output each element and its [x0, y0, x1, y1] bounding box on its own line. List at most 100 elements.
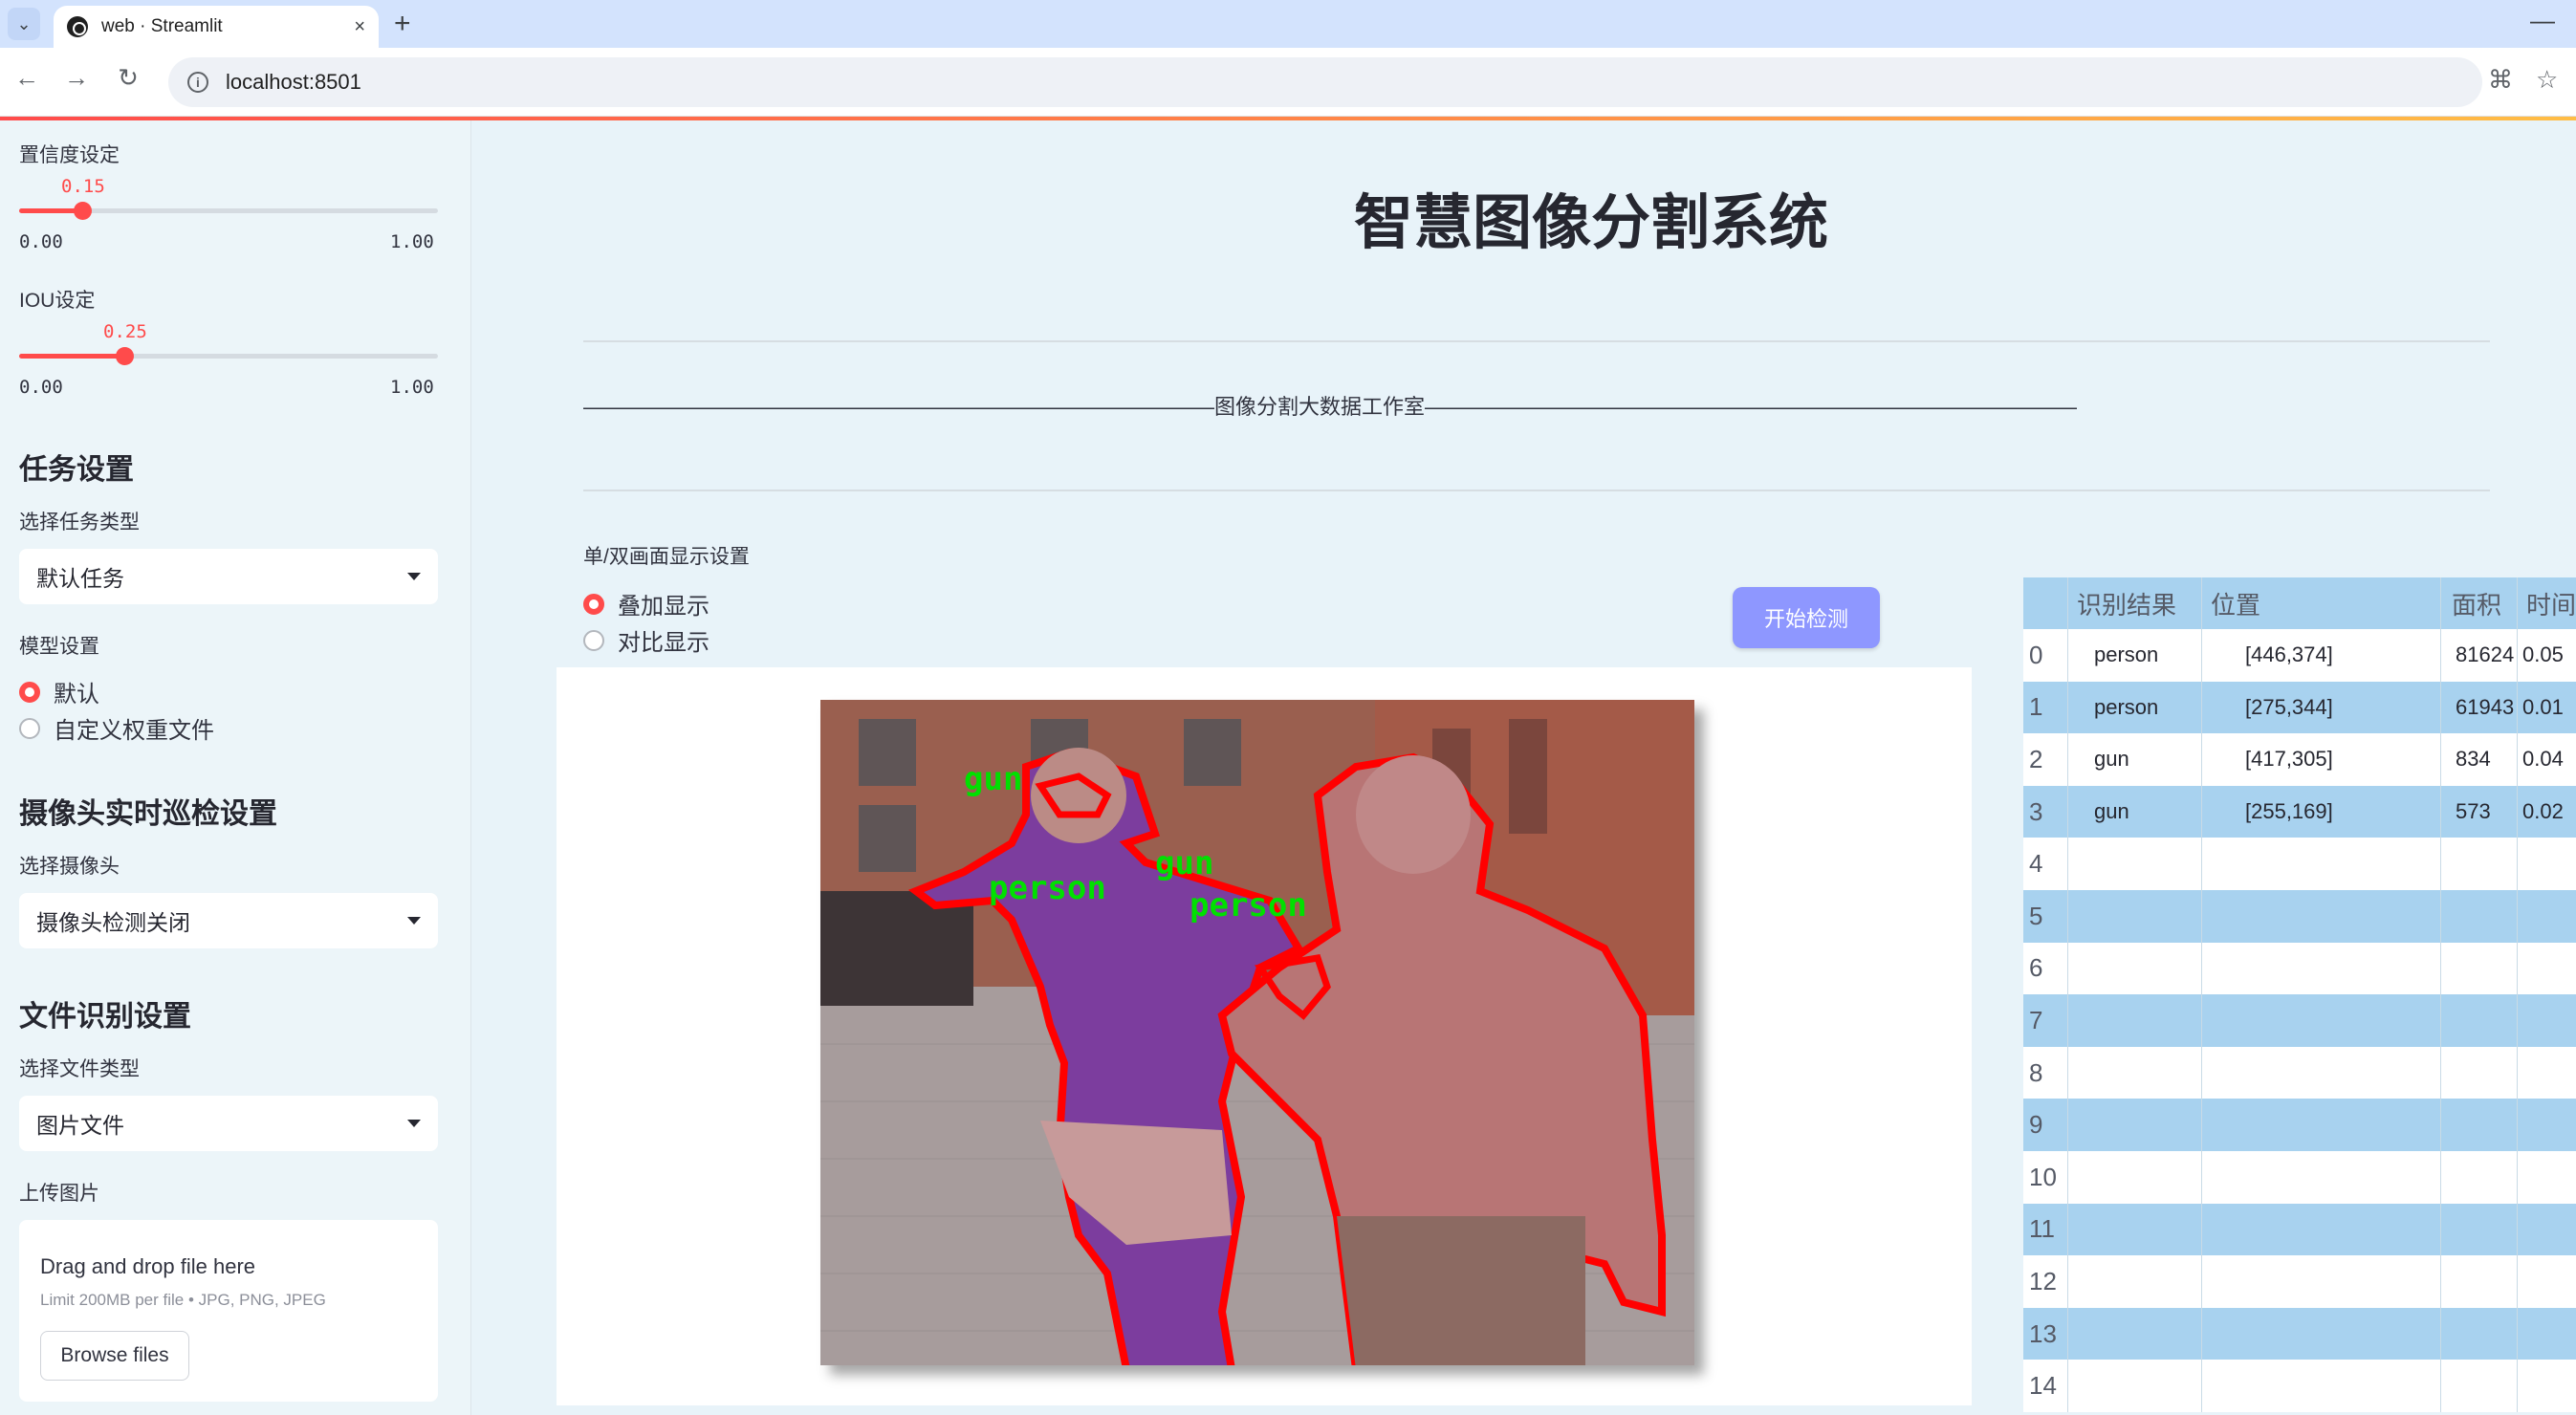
table-row[interactable]: 0 person [446,374] 81624 0.05 — [2023, 629, 2576, 682]
camera-select[interactable]: 摄像头检测关闭 — [19, 893, 438, 948]
radio-selected-icon[interactable] — [19, 681, 40, 703]
model-option-custom[interactable]: 自定义权重文件 — [19, 711, 214, 745]
time-cell: 0.05 — [2522, 642, 2564, 667]
display-mode-label: 单/双画面显示设置 — [583, 546, 750, 568]
table-row[interactable]: 7 — [2023, 994, 2576, 1047]
browser-tab[interactable]: web · Streamlit × — [54, 6, 379, 48]
table-row[interactable]: 10 — [2023, 1150, 2576, 1204]
task-settings-header: 任务设置 — [19, 454, 134, 486]
table-row[interactable]: 12 — [2023, 1255, 2576, 1308]
iou-slider[interactable] — [19, 347, 438, 365]
row-index: 0 — [2029, 640, 2043, 669]
column-header: 位置 — [2211, 590, 2261, 620]
model-option-default[interactable]: 默认 — [19, 675, 99, 708]
row-index: 9 — [2029, 1110, 2043, 1140]
main-content: 智慧图像分割系统 ——————————————————————————————图… — [472, 120, 2576, 1415]
confidence-value: 0.15 — [61, 176, 105, 197]
divider — [583, 340, 2490, 342]
row-index: 2 — [2029, 744, 2043, 773]
radio-selected-icon[interactable] — [583, 593, 604, 615]
table-row[interactable]: 11 — [2023, 1203, 2576, 1256]
model-option-label: 默认 — [54, 682, 99, 708]
time-cell: 0.02 — [2522, 799, 2564, 824]
display-option-label: 叠加显示 — [618, 594, 709, 620]
table-row[interactable]: 13 — [2023, 1307, 2576, 1361]
browse-files-button[interactable]: Browse files — [40, 1331, 189, 1381]
forward-arrow-icon[interactable]: → — [57, 63, 96, 93]
area-cell: 61943 — [2456, 694, 2515, 719]
display-option-overlay[interactable]: 叠加显示 — [583, 587, 709, 620]
table-row[interactable]: 5 — [2023, 889, 2576, 943]
browser-tab-bar: ⌄ web · Streamlit × + — — [0, 0, 2576, 48]
position-cell: [417,305] — [2245, 747, 2333, 772]
reload-icon[interactable]: ↻ — [109, 63, 147, 93]
file-type-select[interactable]: 图片文件 — [19, 1096, 438, 1151]
row-index: 7 — [2029, 1005, 2043, 1034]
model-settings-label: 模型设置 — [19, 636, 99, 658]
results-table: 识别结果 位置 面积 时间 0 person [446,374] 81624 0.05 1… — [2023, 577, 2576, 1412]
row-index: 13 — [2029, 1318, 2057, 1348]
area-cell: 834 — [2456, 747, 2491, 772]
task-type-select[interactable]: 默认任务 — [19, 549, 438, 604]
result-image-panel: gun person gun person — [557, 667, 1972, 1405]
time-cell: 0.01 — [2522, 694, 2564, 719]
table-row[interactable]: 14 — [2023, 1360, 2576, 1412]
confidence-slider[interactable] — [19, 202, 438, 220]
confidence-max: 1.00 — [390, 231, 434, 252]
file-settings-header: 文件识别设置 — [19, 1001, 191, 1033]
display-option-label: 对比显示 — [618, 630, 709, 656]
row-index: 11 — [2029, 1214, 2055, 1244]
row-index: 3 — [2029, 796, 2043, 826]
tab-title: web · Streamlit — [101, 16, 223, 36]
window-minimize-icon[interactable]: — — [2530, 6, 2555, 35]
iou-slider-thumb[interactable] — [116, 347, 134, 365]
page-title: 智慧图像分割系统 — [1353, 190, 1828, 256]
table-row[interactable]: 1 person [275,344] 61943 0.01 — [2023, 681, 2576, 734]
column-header: 识别结果 — [2077, 590, 2177, 620]
streamlit-favicon-icon — [67, 16, 88, 37]
row-index: 4 — [2029, 849, 2043, 879]
iou-max: 1.00 — [390, 377, 434, 398]
file-uploader-dropzone[interactable]: Drag and drop file here Limit 200MB per … — [19, 1220, 438, 1402]
upload-title: Drag and drop file here — [40, 1254, 256, 1278]
table-row[interactable]: 4 — [2023, 838, 2576, 890]
radio-unselected-icon[interactable] — [19, 717, 40, 739]
site-info-icon[interactable]: i — [187, 72, 208, 93]
confidence-min: 0.00 — [19, 231, 63, 252]
file-type-label: 选择文件类型 — [19, 1058, 140, 1080]
segmentation-result-image: gun person gun person — [820, 700, 1694, 1365]
task-type-value: 默认任务 — [36, 566, 124, 591]
translate-icon[interactable]: ⌘ — [2488, 65, 2513, 95]
bookmark-star-icon[interactable]: ☆ — [2536, 65, 2558, 95]
mask-label: person — [989, 869, 1106, 907]
table-row[interactable]: 8 — [2023, 1046, 2576, 1099]
tab-search-chevron-icon[interactable]: ⌄ — [8, 8, 40, 40]
table-row[interactable]: 9 — [2023, 1099, 2576, 1151]
row-index: 10 — [2029, 1162, 2057, 1191]
new-tab-icon[interactable]: + — [394, 8, 411, 40]
camera-select-value: 摄像头检测关闭 — [36, 910, 190, 935]
divider — [583, 490, 2490, 491]
url-omnibox[interactable]: i localhost:8501 — [168, 57, 2482, 107]
row-index: 6 — [2029, 953, 2043, 983]
chevron-down-icon — [407, 1120, 421, 1127]
url-text: localhost:8501 — [226, 70, 361, 94]
table-row[interactable]: 6 — [2023, 942, 2576, 995]
mask-label: gun — [1155, 844, 1213, 882]
iou-value: 0.25 — [103, 321, 147, 342]
segmentation-result-image-svg: gun person gun person — [820, 700, 1694, 1365]
result-cell: person — [2094, 642, 2159, 667]
tab-close-icon[interactable]: × — [354, 16, 365, 38]
camera-select-label: 选择摄像头 — [19, 856, 120, 878]
confidence-slider-thumb[interactable] — [74, 202, 92, 220]
position-cell: [446,374] — [2245, 642, 2333, 667]
table-row[interactable]: 3 gun [255,169] 573 0.02 — [2023, 785, 2576, 838]
column-header: 面积 — [2452, 590, 2502, 620]
result-cell: gun — [2094, 747, 2129, 772]
radio-unselected-icon[interactable] — [583, 629, 604, 651]
back-arrow-icon[interactable]: ← — [8, 63, 46, 93]
start-detection-button[interactable]: 开始检测 — [1733, 587, 1880, 648]
display-option-compare[interactable]: 对比显示 — [583, 623, 709, 657]
table-row[interactable]: 2 gun [417,305] 834 0.04 — [2023, 733, 2576, 786]
area-cell: 81624 — [2456, 642, 2515, 667]
